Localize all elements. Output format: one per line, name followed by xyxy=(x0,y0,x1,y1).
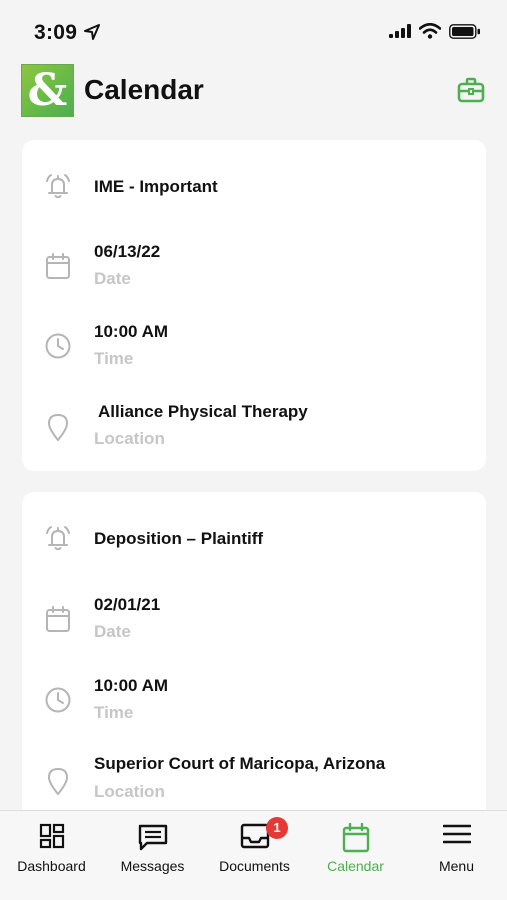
calendar-icon xyxy=(46,253,70,279)
event-location: Superior Court of Maricopa, Arizona xyxy=(94,754,386,773)
event-location-label: Location xyxy=(94,782,165,801)
event-time: 10:00 AM xyxy=(94,322,169,341)
notification-badge: 1 xyxy=(266,817,288,839)
calendar-icon xyxy=(342,823,369,853)
tab-label: Calendar xyxy=(327,858,384,874)
status-time: 3:09 xyxy=(34,21,78,44)
signal-icon xyxy=(389,24,411,38)
tab-label: Menu xyxy=(438,858,475,874)
tab-calendar[interactable]: Calendar xyxy=(305,811,406,900)
status-bar: 3:09 xyxy=(0,0,507,60)
tab-dashboard[interactable]: Dashboard xyxy=(1,811,102,900)
wifi-icon xyxy=(419,23,441,39)
event-card[interactable]: Deposition – Plaintiff 02/01/21 Date 10:… xyxy=(22,492,486,822)
tab-messages[interactable]: Messages xyxy=(102,811,203,900)
event-time: 10:00 AM xyxy=(94,676,169,695)
alarm-bell-icon xyxy=(46,174,70,199)
tab-label: Documents xyxy=(219,858,290,874)
location-pin-icon xyxy=(48,414,68,441)
page-title: Calendar xyxy=(84,74,204,105)
status-icons xyxy=(389,23,481,39)
alarm-bell-icon xyxy=(46,526,70,551)
battery-icon xyxy=(449,23,480,39)
location-arrow-icon xyxy=(84,24,100,40)
dashboard-icon xyxy=(39,823,64,849)
calendar-icon xyxy=(46,606,70,632)
clock-icon xyxy=(45,333,71,359)
tab-menu[interactable]: Menu xyxy=(406,811,507,900)
event-location-label: Location xyxy=(94,429,165,448)
menu-icon xyxy=(442,824,471,844)
event-title: Deposition – Plaintiff xyxy=(94,529,264,548)
event-date-label: Date xyxy=(94,269,131,288)
event-date-label: Date xyxy=(94,622,131,641)
event-card[interactable]: IME - Important 06/13/22 Date 10:00 AM T… xyxy=(22,140,486,471)
event-title: IME - Important xyxy=(94,177,218,196)
event-date: 02/01/21 xyxy=(94,595,161,614)
briefcase-icon[interactable] xyxy=(457,77,485,103)
messages-icon xyxy=(138,824,167,851)
tab-label: Dashboard xyxy=(17,858,86,874)
clock-icon xyxy=(45,687,71,713)
tab-documents[interactable]: 1 Documents xyxy=(204,811,305,900)
app-logo-icon: & xyxy=(21,64,74,117)
event-location: Alliance Physical Therapy xyxy=(98,402,308,421)
event-date: 06/13/22 xyxy=(94,242,161,261)
documents-icon xyxy=(240,823,269,849)
event-time-label: Time xyxy=(94,349,134,368)
event-time-label: Time xyxy=(94,703,134,722)
tab-label: Messages xyxy=(120,858,185,874)
tab-bar: Dashboard Messages 1 Documents Calendar xyxy=(0,810,507,900)
location-pin-icon xyxy=(48,768,68,795)
app-header: & Calendar xyxy=(0,60,507,122)
